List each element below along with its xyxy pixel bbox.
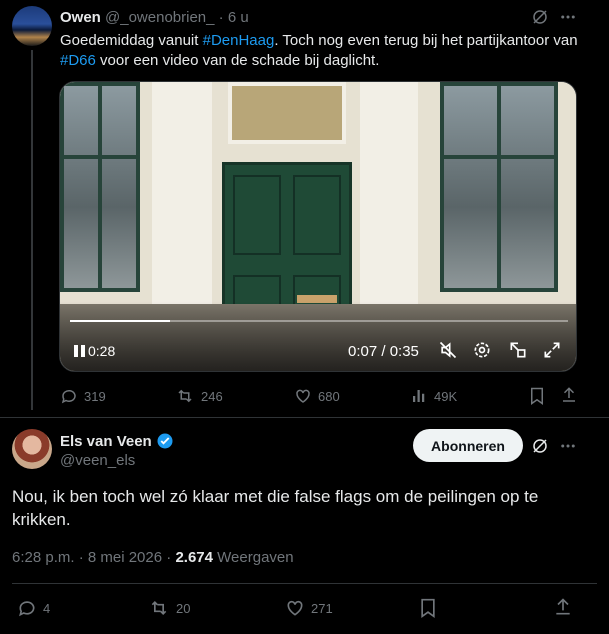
analytics-icon (413, 390, 425, 402)
share-button[interactable] (560, 386, 578, 404)
avatar[interactable] (12, 429, 52, 469)
hashtag-link[interactable]: #D66 (60, 52, 96, 69)
repost-count: 20 (176, 600, 191, 616)
repost-count: 246 (201, 388, 223, 404)
text-segment: voor een video van de schade bij daglich… (95, 52, 380, 69)
author-handle[interactable]: @veen_els (60, 452, 135, 469)
divider (12, 583, 597, 584)
repost-button[interactable]: 20 (148, 598, 190, 618)
tweet-text: Nou, ik ben toch wel zó klaar met die fa… (12, 487, 539, 529)
meta-separator: · (166, 549, 172, 566)
time-separator: · (218, 9, 224, 26)
text-segment: Goedemiddag vanuit (60, 32, 203, 49)
tweet-meta: 6:28 p.m. · 8 mei 2026 · 2.674 Weergaven (12, 549, 294, 566)
tweet-time[interactable]: 6 u (228, 9, 249, 26)
repost-icon (178, 389, 192, 403)
tweet-timestamp[interactable]: 6:28 p.m. · 8 mei 2026 (12, 549, 162, 566)
like-count: 271 (311, 600, 333, 616)
door-transom (228, 82, 346, 144)
share-icon (563, 387, 575, 402)
divider (0, 417, 609, 418)
window-right (440, 82, 558, 292)
pip-icon[interactable] (508, 340, 528, 360)
follow-button[interactable]: Abonneren (413, 429, 523, 462)
video-time: 0:07 / 0:35 (348, 343, 419, 360)
views-count: 49K (434, 388, 458, 404)
repost-button[interactable]: 246 (175, 387, 223, 405)
pause-icon[interactable] (73, 344, 87, 358)
reply-count: 319 (84, 388, 106, 404)
grok-icon[interactable] (531, 437, 549, 455)
bookmark-button[interactable] (529, 387, 545, 405)
reply-button[interactable]: 319 (60, 387, 106, 405)
author-name[interactable]: Owen (60, 9, 101, 26)
views-count: 2.674 (175, 549, 213, 566)
repost-icon (151, 600, 167, 616)
pillar-left (152, 82, 212, 322)
video-overlay (60, 301, 576, 371)
author-handle[interactable]: @_owenobrien_ (105, 9, 214, 26)
like-button[interactable]: 271 (285, 598, 333, 618)
share-icon (556, 598, 570, 615)
share-button[interactable] (553, 597, 573, 617)
views-label: Weergaven (217, 549, 294, 566)
bookmark-icon (421, 598, 435, 618)
tweet-header: Owen @_owenobrien_ · 6 u (60, 9, 249, 26)
grok-icon[interactable] (531, 8, 549, 26)
settings-icon[interactable] (472, 340, 492, 360)
author-name-text: Els van Veen (60, 432, 152, 450)
more-icon[interactable] (559, 8, 577, 26)
fullscreen-icon[interactable] (542, 340, 562, 360)
reply-count: 4 (43, 600, 51, 616)
verified-badge-icon (157, 433, 173, 449)
avatar[interactable] (12, 6, 52, 46)
pillar-right (360, 82, 418, 322)
heart-icon (287, 600, 303, 616)
bookmark-button[interactable] (419, 598, 437, 618)
author-name[interactable]: Els van Veen (60, 432, 174, 450)
video-elapsed: 0:28 (88, 343, 116, 359)
tweet-text: Goedemiddag vanuit #DenHaag. Toch nog ev… (60, 31, 580, 71)
window-left (60, 82, 140, 292)
more-icon[interactable] (559, 437, 577, 455)
thread-line (31, 50, 33, 410)
views-button[interactable]: 49K (410, 387, 457, 405)
reply-icon (19, 601, 35, 617)
reply-button[interactable]: 4 (17, 598, 50, 618)
like-count: 680 (318, 388, 340, 404)
like-button[interactable]: 680 (294, 387, 340, 405)
reply-icon (61, 389, 76, 404)
video-progress-bar[interactable] (70, 320, 568, 322)
bookmark-icon (531, 387, 543, 405)
text-segment: . Toch nog even terug bij het partijkant… (274, 32, 578, 49)
video-player[interactable]: 0:28 0:07 / 0:35 (59, 81, 577, 372)
heart-icon (296, 389, 310, 403)
mute-icon[interactable] (438, 340, 458, 360)
hashtag-link[interactable]: #DenHaag (203, 32, 275, 49)
